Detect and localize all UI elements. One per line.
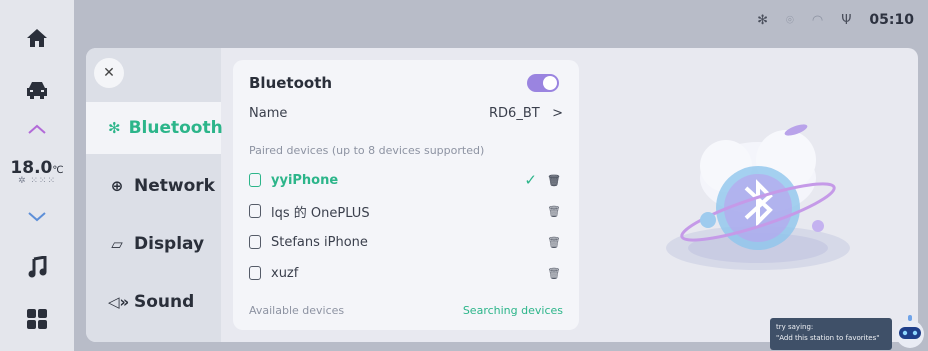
wifi-icon: ◠ <box>811 12 824 28</box>
menu-item-label: Network <box>134 176 215 196</box>
phone-icon <box>249 204 261 218</box>
bluetooth-icon: ✻ <box>757 12 769 28</box>
display-icon: ▱ <box>111 235 123 253</box>
paired-device-row[interactable]: Stefans iPhone 🗑 <box>249 230 563 254</box>
paired-devices-header: Paired devices (up to 8 devices supporte… <box>249 144 485 157</box>
device-label: Stefans iPhone <box>271 234 368 250</box>
globe-icon: ⊕ <box>110 177 124 195</box>
chevron-right-icon: > <box>552 106 563 121</box>
usb-icon: Ψ <box>841 12 852 28</box>
toggle-knob <box>543 76 557 90</box>
menu-item-display[interactable]: ▱ Display <box>86 218 221 270</box>
delete-icon[interactable]: 🗑 <box>547 236 561 249</box>
temperature-display: 18.0℃ ✲ ⁙⁙⁙ <box>0 158 74 186</box>
check-icon: ✓ <box>524 171 537 189</box>
delete-icon[interactable]: 🗑 <box>547 205 561 218</box>
paired-device-row[interactable]: lqs 的 OnePLUS 🗑 <box>249 199 563 223</box>
voice-tip-line1: try saying: <box>776 323 814 331</box>
device-name: RD6_BT <box>489 106 540 121</box>
bluetooth-illustration <box>646 108 866 288</box>
close-button[interactable]: ✕ <box>94 58 124 88</box>
delete-icon[interactable]: 🗑 <box>547 174 561 187</box>
settings-menu: ✕ ✻ Bluetooth ⊕ Network ▱ Display ◁» Sou… <box>86 48 223 342</box>
speaker-icon: ◁» <box>108 293 130 311</box>
chevron-up-icon[interactable] <box>0 124 74 134</box>
temperature-value: 18.0 <box>10 158 53 178</box>
menu-item-bluetooth[interactable]: ✻ Bluetooth <box>86 102 223 154</box>
menu-item-label: Display <box>134 234 205 254</box>
device-name-row[interactable]: Name RD6_BT > <box>249 106 563 126</box>
menu-item-sound[interactable]: ◁» Sound <box>86 276 221 328</box>
bluetooth-title: Bluetooth <box>249 74 333 92</box>
temperature-unit: ℃ <box>52 165 64 176</box>
bluetooth-icon: ✻ <box>108 119 121 137</box>
available-devices-row: Available devices Searching devices <box>249 304 563 317</box>
paired-device-row[interactable]: yyiPhone ✓ 🗑 <box>249 168 563 192</box>
available-devices-label: Available devices <box>249 304 345 317</box>
bluetooth-toggle[interactable] <box>527 74 559 92</box>
menu-item-label: Bluetooth <box>128 118 223 138</box>
voice-tip-line2: "Add this station to favorites" <box>776 334 880 342</box>
car-icon[interactable] <box>0 80 74 100</box>
phone-icon <box>249 266 261 280</box>
menu-item-label: Sound <box>134 292 195 312</box>
voice-tip: try saying: "Add this station to favorit… <box>770 318 892 350</box>
hotspot-icon: ⌾ <box>786 12 794 28</box>
apps-icon[interactable] <box>0 308 74 330</box>
chevron-down-icon[interactable] <box>0 212 74 222</box>
phone-icon <box>249 173 261 187</box>
settings-panel: ✕ ✻ Bluetooth ⊕ Network ▱ Display ◁» Sou… <box>86 48 918 342</box>
status-bar: ✻ ⌾ ◠ Ψ 05:10 <box>74 0 928 46</box>
home-icon[interactable] <box>0 28 74 48</box>
delete-icon[interactable]: 🗑 <box>547 267 561 280</box>
device-label: yyiPhone <box>271 172 339 188</box>
clock: 05:10 <box>869 12 914 28</box>
name-label: Name <box>249 106 288 121</box>
voice-assistant-icon[interactable] <box>893 312 927 350</box>
left-rail: 18.0℃ ✲ ⁙⁙⁙ <box>0 0 74 351</box>
name-value: RD6_BT > <box>489 106 563 121</box>
paired-device-row[interactable]: xuzf 🗑 <box>249 261 563 285</box>
close-icon: ✕ <box>103 65 115 81</box>
music-icon[interactable] <box>0 256 74 278</box>
phone-icon <box>249 235 261 249</box>
device-label: lqs 的 OnePLUS <box>271 205 370 221</box>
bluetooth-card: Bluetooth Name RD6_BT > Paired devices (… <box>233 60 579 330</box>
device-label: xuzf <box>271 265 299 281</box>
menu-item-network[interactable]: ⊕ Network <box>86 160 221 212</box>
searching-status: Searching devices <box>462 304 563 317</box>
